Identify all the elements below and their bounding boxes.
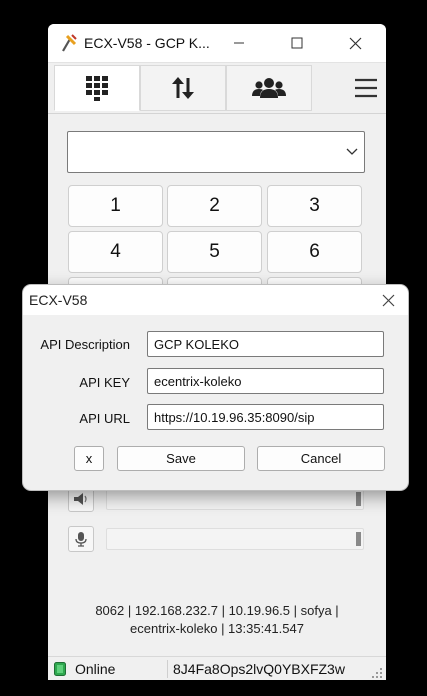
dialog-close-button[interactable] — [373, 287, 403, 313]
microphone-volume-slider[interactable] — [106, 528, 364, 550]
keypad-key-4[interactable]: 4 — [68, 231, 163, 273]
keypad-key-5[interactable]: 5 — [167, 231, 262, 273]
connection-info-line1: 8062 | 192.168.232.7 | 10.19.96.5 | sofy… — [95, 603, 339, 618]
window-title-bar[interactable]: ECX-V58 - GCP K... — [48, 24, 386, 63]
dialog-title-bar[interactable]: ECX-V58 — [23, 285, 408, 315]
api-key-input[interactable] — [147, 368, 384, 394]
keypad-key-6[interactable]: 6 — [267, 231, 362, 273]
number-input-combobox[interactable] — [67, 131, 365, 173]
status-divider — [167, 660, 168, 678]
api-config-dialog: ECX-V58 API Description API KEY API URL … — [23, 285, 408, 490]
chevron-down-icon[interactable] — [346, 146, 358, 156]
keypad-key-1[interactable]: 1 — [68, 185, 163, 227]
transfer-arrows-icon — [172, 77, 194, 99]
status-bar: Online 8J4Fa8Ops2lvQ0YBXFZ3w — [48, 656, 386, 680]
connection-info: 8062 | 192.168.232.7 | 10.19.96.5 | sofy… — [48, 602, 386, 638]
close-icon — [382, 294, 394, 306]
keypad-key-3[interactable]: 3 — [267, 185, 362, 227]
api-description-input[interactable] — [147, 331, 384, 357]
tab-contacts[interactable] — [226, 65, 312, 111]
speaker-icon — [74, 493, 87, 505]
session-token: 8J4Fa8Ops2lvQ0YBXFZ3w — [173, 661, 345, 677]
minimize-icon — [234, 42, 244, 44]
api-url-input[interactable] — [147, 404, 384, 430]
window-title: ECX-V58 - GCP K... — [84, 35, 210, 51]
minimize-button[interactable] — [216, 24, 262, 62]
tab-bar — [48, 63, 386, 114]
maximize-icon — [291, 37, 303, 49]
hamburger-menu-icon[interactable] — [352, 75, 380, 101]
online-status-label: Online — [75, 661, 116, 677]
tab-dialpad[interactable] — [54, 65, 140, 111]
resize-grip-icon[interactable] — [372, 668, 383, 679]
microphone-icon — [75, 532, 87, 547]
online-status-icon — [54, 662, 66, 676]
api-description-label: API Description — [40, 337, 130, 352]
connection-info-line2: ecentrix-koleko | 13:35:41.547 — [130, 621, 304, 636]
keypad-key-2[interactable]: 2 — [167, 185, 262, 227]
speaker-volume-thumb[interactable] — [356, 492, 361, 506]
save-button[interactable]: Save — [117, 446, 245, 471]
app-logo-icon — [62, 34, 77, 52]
maximize-button[interactable] — [274, 24, 320, 62]
clear-x-button[interactable]: x — [74, 446, 104, 471]
dialpad-icon — [86, 76, 108, 101]
tab-transfer[interactable] — [140, 65, 226, 111]
microphone-volume-thumb[interactable] — [356, 532, 361, 546]
api-url-label: API URL — [79, 411, 130, 426]
close-button[interactable] — [332, 24, 378, 62]
api-key-label: API KEY — [79, 375, 130, 390]
close-icon — [349, 37, 361, 49]
contacts-group-icon — [252, 78, 286, 98]
speaker-volume-slider[interactable] — [106, 488, 364, 510]
microphone-mute-button[interactable] — [68, 526, 94, 552]
dialog-title: ECX-V58 — [29, 292, 88, 308]
cancel-button[interactable]: Cancel — [257, 446, 385, 471]
